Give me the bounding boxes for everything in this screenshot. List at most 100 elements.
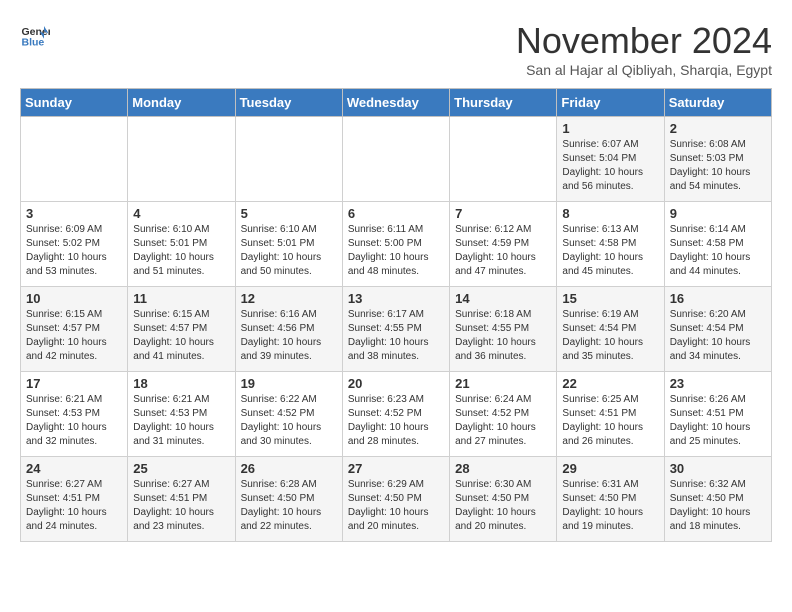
day-info: Sunrise: 6:24 AM Sunset: 4:52 PM Dayligh… xyxy=(455,393,551,449)
day-info: Sunrise: 6:21 AM Sunset: 4:53 PM Dayligh… xyxy=(26,393,122,449)
day-number: 2 xyxy=(670,121,766,136)
day-number: 5 xyxy=(241,206,337,221)
day-number: 23 xyxy=(670,376,766,391)
day-info: Sunrise: 6:27 AM Sunset: 4:51 PM Dayligh… xyxy=(133,478,229,534)
day-number: 13 xyxy=(348,291,444,306)
calendar-cell: 11 Sunrise: 6:15 AM Sunset: 4:57 PM Dayli… xyxy=(128,287,235,372)
calendar-cell: 24 Sunrise: 6:27 AM Sunset: 4:51 PM Dayli… xyxy=(21,457,128,542)
calendar-cell: 29 Sunrise: 6:31 AM Sunset: 4:50 PM Dayli… xyxy=(557,457,664,542)
calendar-cell: 13 Sunrise: 6:17 AM Sunset: 4:55 PM Dayli… xyxy=(342,287,449,372)
day-number: 7 xyxy=(455,206,551,221)
day-info: Sunrise: 6:30 AM Sunset: 4:50 PM Dayligh… xyxy=(455,478,551,534)
day-number: 14 xyxy=(455,291,551,306)
calendar-cell: 8 Sunrise: 6:13 AM Sunset: 4:58 PM Daylig… xyxy=(557,202,664,287)
day-number: 17 xyxy=(26,376,122,391)
calendar-cell: 28 Sunrise: 6:30 AM Sunset: 4:50 PM Dayli… xyxy=(450,457,557,542)
day-info: Sunrise: 6:10 AM Sunset: 5:01 PM Dayligh… xyxy=(133,223,229,279)
calendar-cell: 2 Sunrise: 6:08 AM Sunset: 5:03 PM Daylig… xyxy=(664,117,771,202)
day-number: 3 xyxy=(26,206,122,221)
calendar-cell: 17 Sunrise: 6:21 AM Sunset: 4:53 PM Dayli… xyxy=(21,372,128,457)
day-info: Sunrise: 6:17 AM Sunset: 4:55 PM Dayligh… xyxy=(348,308,444,364)
day-number: 8 xyxy=(562,206,658,221)
calendar-cell: 19 Sunrise: 6:22 AM Sunset: 4:52 PM Dayli… xyxy=(235,372,342,457)
calendar-cell: 7 Sunrise: 6:12 AM Sunset: 4:59 PM Daylig… xyxy=(450,202,557,287)
day-info: Sunrise: 6:16 AM Sunset: 4:56 PM Dayligh… xyxy=(241,308,337,364)
day-info: Sunrise: 6:26 AM Sunset: 4:51 PM Dayligh… xyxy=(670,393,766,449)
day-info: Sunrise: 6:23 AM Sunset: 4:52 PM Dayligh… xyxy=(348,393,444,449)
calendar-cell xyxy=(342,117,449,202)
day-info: Sunrise: 6:19 AM Sunset: 4:54 PM Dayligh… xyxy=(562,308,658,364)
calendar-week-4: 17 Sunrise: 6:21 AM Sunset: 4:53 PM Dayli… xyxy=(21,372,772,457)
day-number: 29 xyxy=(562,461,658,476)
calendar-cell: 16Sunrise: 6:20 AM Sunset: 4:54 PM Dayli… xyxy=(664,287,771,372)
day-info: Sunrise: 6:07 AM Sunset: 5:04 PM Dayligh… xyxy=(562,138,658,194)
day-number: 18 xyxy=(133,376,229,391)
day-info: Sunrise: 6:13 AM Sunset: 4:58 PM Dayligh… xyxy=(562,223,658,279)
day-number: 9 xyxy=(670,206,766,221)
day-number: 10 xyxy=(26,291,122,306)
day-info: Sunrise: 6:12 AM Sunset: 4:59 PM Dayligh… xyxy=(455,223,551,279)
day-info: Sunrise: 6:15 AM Sunset: 4:57 PM Dayligh… xyxy=(133,308,229,364)
calendar-cell xyxy=(450,117,557,202)
calendar-cell: 14Sunrise: 6:18 AM Sunset: 4:55 PM Dayli… xyxy=(450,287,557,372)
day-number: 16 xyxy=(670,291,766,306)
location-title: San al Hajar al Qibliyah, Sharqia, Egypt xyxy=(516,62,772,78)
day-info: Sunrise: 6:31 AM Sunset: 4:50 PM Dayligh… xyxy=(562,478,658,534)
calendar-week-3: 10 Sunrise: 6:15 AM Sunset: 4:57 PM Dayli… xyxy=(21,287,772,372)
calendar-cell: 22Sunrise: 6:25 AM Sunset: 4:51 PM Dayli… xyxy=(557,372,664,457)
day-info: Sunrise: 6:11 AM Sunset: 5:00 PM Dayligh… xyxy=(348,223,444,279)
day-info: Sunrise: 6:29 AM Sunset: 4:50 PM Dayligh… xyxy=(348,478,444,534)
calendar-week-5: 24 Sunrise: 6:27 AM Sunset: 4:51 PM Dayli… xyxy=(21,457,772,542)
day-info: Sunrise: 6:08 AM Sunset: 5:03 PM Dayligh… xyxy=(670,138,766,194)
day-info: Sunrise: 6:10 AM Sunset: 5:01 PM Dayligh… xyxy=(241,223,337,279)
calendar-cell: 9 Sunrise: 6:14 AM Sunset: 4:58 PM Daylig… xyxy=(664,202,771,287)
calendar-cell: 10Sunrise: 6:15 AM Sunset: 4:57 PM Dayli… xyxy=(21,287,128,372)
day-number: 24 xyxy=(26,461,122,476)
svg-text:Blue: Blue xyxy=(22,37,45,49)
column-header-wednesday: Wednesday xyxy=(342,89,449,117)
calendar-cell: 21 Sunrise: 6:24 AM Sunset: 4:52 PM Dayli… xyxy=(450,372,557,457)
page-header: General Blue November 2024 San al Hajar … xyxy=(20,20,772,78)
day-info: Sunrise: 6:22 AM Sunset: 4:52 PM Dayligh… xyxy=(241,393,337,449)
day-info: Sunrise: 6:14 AM Sunset: 4:58 PM Dayligh… xyxy=(670,223,766,279)
calendar-cell: 27 Sunrise: 6:29 AM Sunset: 4:50 PM Dayli… xyxy=(342,457,449,542)
calendar-cell: 25 Sunrise: 6:27 AM Sunset: 4:51 PM Dayli… xyxy=(128,457,235,542)
day-info: Sunrise: 6:21 AM Sunset: 4:53 PM Dayligh… xyxy=(133,393,229,449)
calendar-cell xyxy=(21,117,128,202)
day-info: Sunrise: 6:27 AM Sunset: 4:51 PM Dayligh… xyxy=(26,478,122,534)
calendar-cell: 1 Sunrise: 6:07 AM Sunset: 5:04 PM Daylig… xyxy=(557,117,664,202)
day-info: Sunrise: 6:28 AM Sunset: 4:50 PM Dayligh… xyxy=(241,478,337,534)
day-number: 30 xyxy=(670,461,766,476)
calendar-cell xyxy=(128,117,235,202)
day-number: 28 xyxy=(455,461,551,476)
calendar-cell: 3 Sunrise: 6:09 AM Sunset: 5:02 PM Daylig… xyxy=(21,202,128,287)
calendar-cell: 30 Sunrise: 6:32 AM Sunset: 4:50 PM Dayli… xyxy=(664,457,771,542)
calendar-cell xyxy=(235,117,342,202)
calendar-cell: 5 Sunrise: 6:10 AM Sunset: 5:01 PM Daylig… xyxy=(235,202,342,287)
day-number: 26 xyxy=(241,461,337,476)
day-number: 27 xyxy=(348,461,444,476)
day-number: 19 xyxy=(241,376,337,391)
day-number: 6 xyxy=(348,206,444,221)
calendar-week-1: 1 Sunrise: 6:07 AM Sunset: 5:04 PM Daylig… xyxy=(21,117,772,202)
day-number: 21 xyxy=(455,376,551,391)
logo-icon: General Blue xyxy=(20,20,50,50)
day-number: 12 xyxy=(241,291,337,306)
calendar-cell: 4Sunrise: 6:10 AM Sunset: 5:01 PM Daylig… xyxy=(128,202,235,287)
day-number: 11 xyxy=(133,291,229,306)
month-title: November 2024 xyxy=(516,20,772,62)
logo: General Blue xyxy=(20,20,50,50)
day-number: 15 xyxy=(562,291,658,306)
column-header-saturday: Saturday xyxy=(664,89,771,117)
header-row: SundayMondayTuesdayWednesdayThursdayFrid… xyxy=(21,89,772,117)
day-number: 1 xyxy=(562,121,658,136)
day-number: 20 xyxy=(348,376,444,391)
day-number: 25 xyxy=(133,461,229,476)
calendar-cell: 23 Sunrise: 6:26 AM Sunset: 4:51 PM Dayli… xyxy=(664,372,771,457)
column-header-friday: Friday xyxy=(557,89,664,117)
column-header-thursday: Thursday xyxy=(450,89,557,117)
calendar-cell: 20 Sunrise: 6:23 AM Sunset: 4:52 PM Dayli… xyxy=(342,372,449,457)
day-info: Sunrise: 6:32 AM Sunset: 4:50 PM Dayligh… xyxy=(670,478,766,534)
title-section: November 2024 San al Hajar al Qibliyah, … xyxy=(516,20,772,78)
day-info: Sunrise: 6:09 AM Sunset: 5:02 PM Dayligh… xyxy=(26,223,122,279)
